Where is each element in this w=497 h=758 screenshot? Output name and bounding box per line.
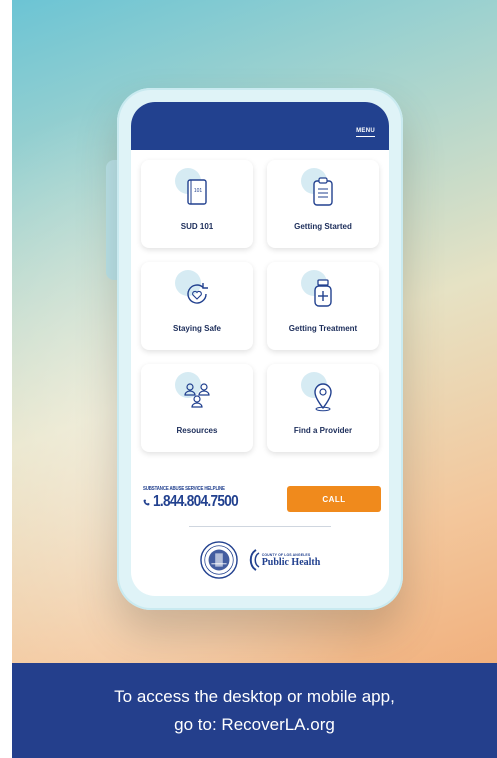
app-screen: MENU 101 SUD 101 Getting Started Staying…	[131, 102, 389, 596]
medicine-bottle-icon	[301, 270, 341, 312]
public-health-logo: COUNTY OF LOS ANGELES Public Health	[246, 549, 321, 571]
menu-button[interactable]: MENU	[356, 128, 375, 137]
banner-line-2: go to: RecoverLA.org	[174, 714, 335, 734]
tile-label: Resources	[176, 426, 218, 435]
helpline-title: SUBSTANCE ABUSE SERVICE HELPLINE	[143, 486, 225, 492]
tile-label: Staying Safe	[172, 324, 221, 333]
clipboard-icon	[301, 168, 341, 210]
county-seal-logo	[199, 541, 238, 579]
call-button[interactable]: CALL	[287, 486, 381, 512]
helpline-number: 1.844.804.7500	[152, 493, 239, 510]
tile-label: Getting Treatment	[288, 324, 358, 333]
refresh-heart-icon	[175, 270, 215, 312]
poster-background: MENU 101 SUD 101 Getting Started Staying…	[12, 0, 497, 758]
tile-label: Getting Started	[294, 222, 352, 231]
book-icon: 101	[175, 168, 215, 210]
banner-line-1: To access the desktop or mobile app,	[114, 686, 395, 706]
map-pin-icon	[301, 372, 341, 414]
tile-label: Find a Provider	[293, 426, 353, 435]
tile-sud-101[interactable]: 101 SUD 101	[141, 160, 253, 248]
tile-getting-started[interactable]: Getting Started	[267, 160, 379, 248]
divider	[189, 526, 331, 527]
footer-logos: COUNTY OF LOS ANGELES Public Health	[131, 540, 389, 580]
tile-grid: 101 SUD 101 Getting Started Staying Safe…	[141, 160, 379, 452]
app-header: MENU	[131, 102, 389, 150]
book-number: 101	[194, 188, 203, 194]
tile-find-a-provider[interactable]: Find a Provider	[267, 364, 379, 452]
helpline-block: SUBSTANCE ABUSE SERVICE HELPLINE 1.844.8…	[143, 486, 253, 511]
phone-mockup: MENU 101 SUD 101 Getting Started Staying…	[117, 88, 403, 610]
phone-icon	[143, 499, 150, 505]
tile-resources[interactable]: Resources	[141, 364, 253, 452]
public-health-mark-icon	[249, 549, 260, 571]
people-icon	[175, 372, 215, 414]
tile-getting-treatment[interactable]: Getting Treatment	[267, 262, 379, 350]
tile-label: SUD 101	[180, 222, 214, 231]
helpline-phone-link[interactable]: 1.844.804.7500	[143, 493, 253, 511]
bottom-banner: To access the desktop or mobile app, go …	[12, 663, 497, 758]
public-health-text: Public Health	[261, 556, 321, 568]
tile-staying-safe[interactable]: Staying Safe	[141, 262, 253, 350]
